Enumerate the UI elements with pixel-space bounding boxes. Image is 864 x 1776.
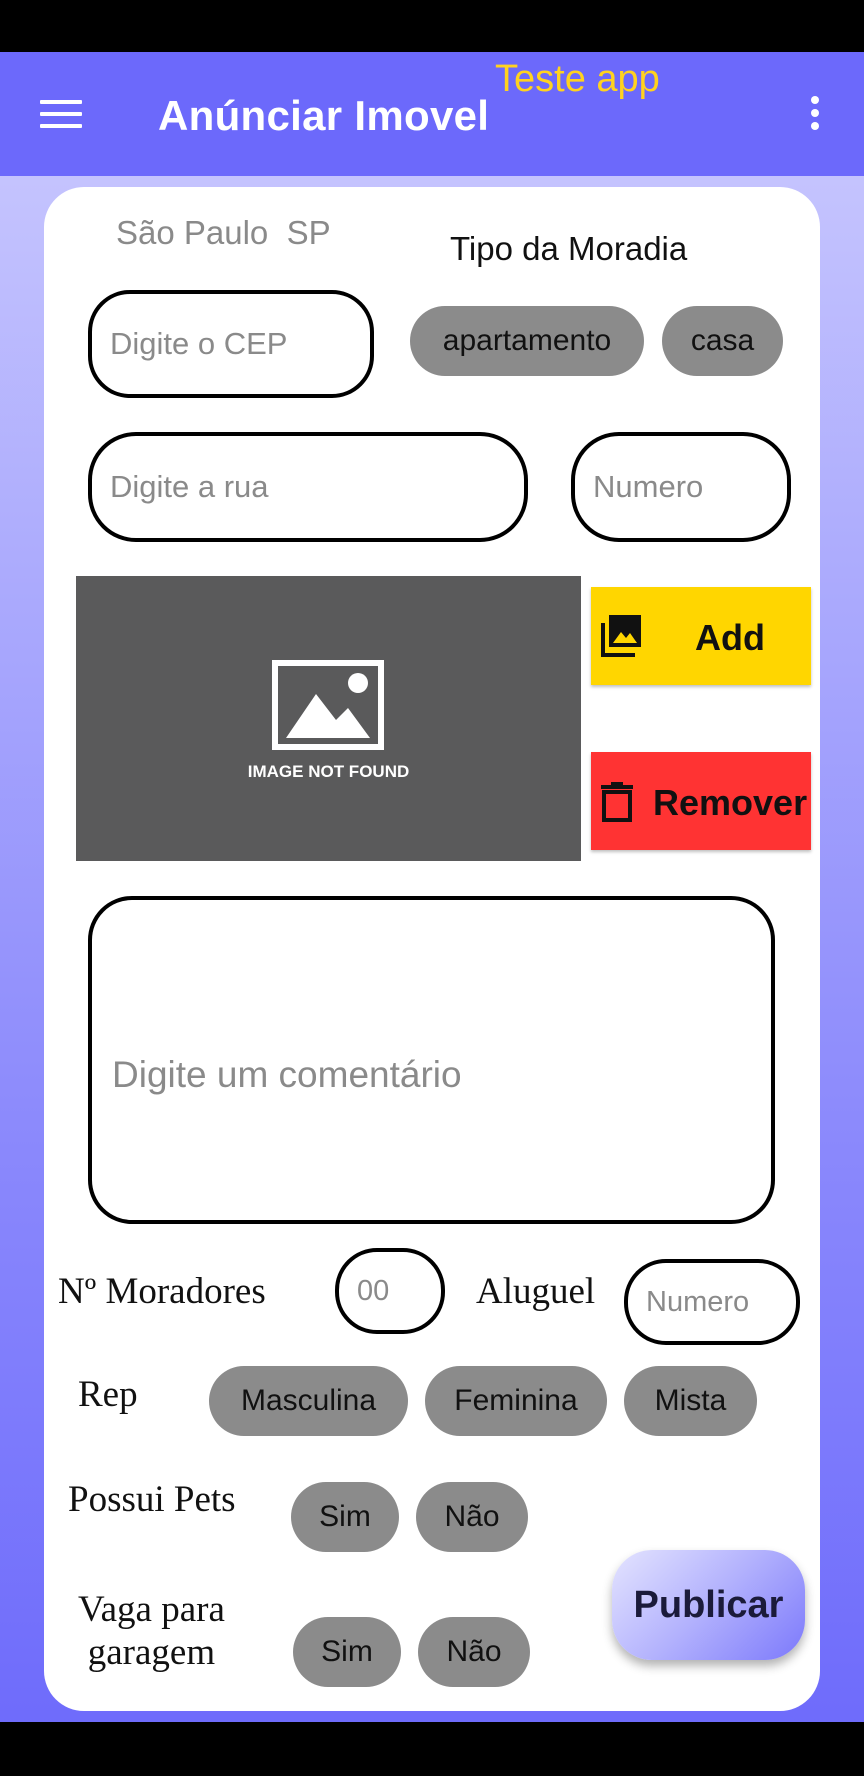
rep-masculina-chip[interactable]: Masculina <box>209 1366 408 1436</box>
street-number-input[interactable] <box>571 432 791 542</box>
street-input[interactable] <box>88 432 528 542</box>
comment-textarea[interactable] <box>88 896 775 1224</box>
publish-button[interactable]: Publicar <box>612 1550 805 1660</box>
garage-nao-chip[interactable]: Não <box>418 1617 530 1687</box>
pets-nao-chip[interactable]: Não <box>416 1482 528 1552</box>
hamburger-menu-icon[interactable] <box>40 100 84 132</box>
rent-label: Aluguel <box>476 1271 596 1312</box>
housing-type-apartamento-chip[interactable]: apartamento <box>410 306 644 376</box>
trash-icon <box>601 782 633 822</box>
rep-feminina-chip[interactable]: Feminina <box>425 1366 607 1436</box>
pets-sim-chip[interactable]: Sim <box>291 1482 399 1552</box>
add-image-button[interactable]: Add <box>591 587 811 685</box>
system-nav-bar <box>0 1722 864 1776</box>
rep-mista-chip[interactable]: Mista <box>624 1366 757 1436</box>
state-text: SP <box>286 214 331 251</box>
location-text: São Paulo SP <box>116 214 331 252</box>
photo-library-icon <box>601 615 641 657</box>
housing-type-label: Tipo da Moradia <box>450 230 688 267</box>
app-subtitle: Teste app <box>495 58 660 100</box>
pets-label: Possui Pets <box>68 1479 236 1520</box>
garage-sim-chip[interactable]: Sim <box>293 1617 401 1687</box>
housing-type-casa-chip[interactable]: casa <box>662 306 783 376</box>
garage-label-line2: garagem <box>87 1631 216 1673</box>
status-bar <box>0 0 864 52</box>
page-title: Anúnciar Imovel <box>158 92 490 139</box>
remove-image-label: Remover <box>653 782 808 823</box>
residents-input[interactable] <box>335 1248 445 1334</box>
more-vert-icon[interactable] <box>806 96 824 136</box>
cep-input[interactable] <box>88 290 374 398</box>
city-text: São Paulo <box>116 214 269 251</box>
garage-label: Vaga para garagem <box>78 1589 225 1673</box>
rep-label: Rep <box>78 1374 138 1415</box>
remove-image-button[interactable]: Remover <box>591 752 811 850</box>
rent-input[interactable] <box>624 1259 800 1345</box>
app-bar: Anúnciar Imovel Teste app <box>0 52 864 176</box>
property-image-placeholder: IMAGE NOT FOUND <box>76 576 581 861</box>
image-not-found-caption: IMAGE NOT FOUND <box>247 762 410 781</box>
add-image-label: Add <box>695 617 765 658</box>
garage-label-line1: Vaga para <box>78 1589 225 1630</box>
image-placeholder-icon <box>272 660 384 750</box>
residents-label: Nº Moradores <box>58 1271 266 1312</box>
